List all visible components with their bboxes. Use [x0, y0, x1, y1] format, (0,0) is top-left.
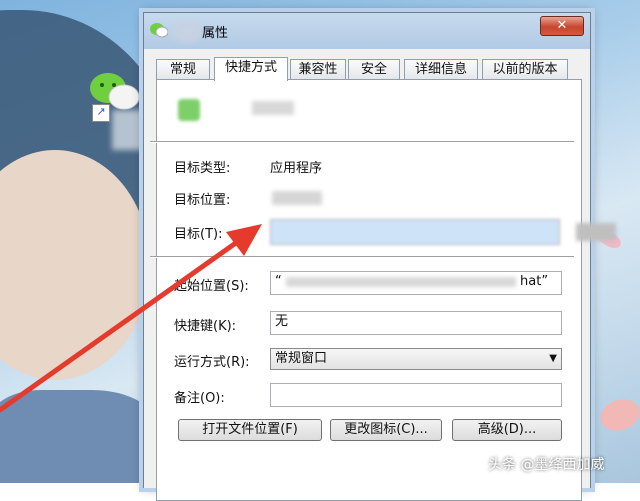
title-blur: [172, 21, 202, 43]
start-in-input[interactable]: “ hat”: [270, 271, 562, 295]
target-overflow-blur: [576, 223, 616, 241]
target-type-label: 目标类型:: [174, 161, 231, 176]
run-label: 运行方式(R):: [174, 355, 250, 370]
start-in-label: 起始位置(S):: [174, 279, 249, 294]
tab-security[interactable]: 安全: [348, 59, 400, 80]
properties-dialog: 属性 ✕ 常规 快捷方式 兼容性 安全 详细信息 以前的版本 目标类型: 应用程…: [143, 12, 616, 501]
wallpaper-petal: [596, 394, 640, 436]
watermark: 头条 @墨绛西加威: [488, 457, 605, 473]
change-icon-button[interactable]: 更改图标(C)...: [330, 419, 442, 441]
tab-compatibility[interactable]: 兼容性: [290, 59, 346, 80]
wallpaper-figure-clothes: [0, 390, 160, 483]
run-select[interactable]: 常规窗口 ▼: [270, 348, 562, 370]
app-name-blur: [252, 101, 294, 115]
shortcut-arrow-icon: ↗: [92, 104, 110, 122]
open-file-location-button[interactable]: 打开文件位置(F): [178, 419, 322, 441]
comment-label: 备注(O):: [174, 391, 225, 406]
tab-details[interactable]: 详细信息: [404, 59, 478, 80]
dropdown-arrow-icon: ▼: [549, 353, 557, 364]
start-in-blur: [285, 276, 516, 287]
target-type-value: 应用程序: [270, 161, 323, 176]
start-in-prefix: “: [275, 274, 282, 289]
app-icon: [178, 99, 200, 121]
hotkey-input[interactable]: 无: [270, 311, 562, 335]
tab-shortcut[interactable]: 快捷方式: [214, 57, 288, 81]
tab-previous-versions[interactable]: 以前的版本: [482, 59, 568, 80]
window-title: 属性: [202, 26, 229, 41]
start-in-suffix: hat”: [520, 274, 549, 289]
tab-bar: 常规 快捷方式 兼容性 安全 详细信息 以前的版本: [156, 57, 580, 81]
run-select-value: 常规窗口: [275, 351, 328, 366]
comment-input[interactable]: [270, 383, 562, 407]
close-button[interactable]: ✕: [540, 16, 584, 36]
advanced-button[interactable]: 高级(D)...: [452, 419, 562, 441]
target-input[interactable]: [270, 219, 560, 245]
hotkey-label: 快捷键(K):: [174, 319, 237, 334]
wechat-icon: [150, 23, 168, 38]
separator: [150, 256, 574, 258]
title-bar[interactable]: 属性 ✕: [144, 13, 590, 49]
target-label: 目标(T):: [174, 227, 223, 242]
separator: [150, 141, 574, 143]
target-location-value-blur: [272, 191, 322, 205]
tab-general[interactable]: 常规: [156, 59, 210, 80]
target-location-label: 目标位置:: [174, 193, 231, 208]
